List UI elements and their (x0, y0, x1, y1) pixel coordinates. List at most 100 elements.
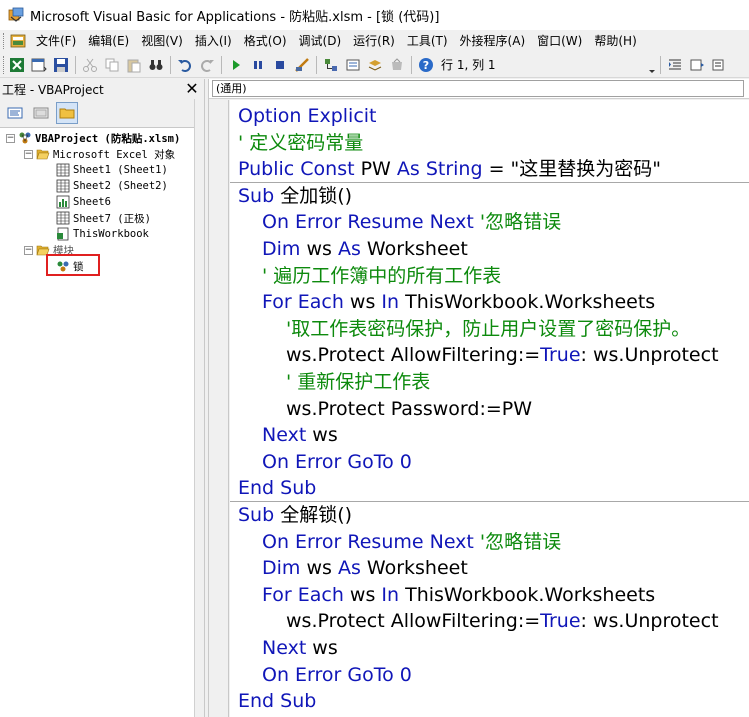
indent-icon (669, 59, 681, 69)
code-line[interactable]: Dim ws As Worksheet (262, 236, 468, 263)
menu-file[interactable]: 文件(F) (30, 31, 82, 51)
code-line[interactable]: End Sub (238, 688, 316, 715)
insert-module-button[interactable] (29, 55, 49, 75)
menu-tools[interactable]: 工具(T) (401, 31, 454, 51)
project-scrollbar[interactable] (194, 99, 204, 717)
code-line[interactable]: For Each ws In ThisWorkbook.Worksheets (262, 582, 655, 609)
tree-node-excel-objects[interactable]: − Microsoft Excel 对象 (24, 146, 175, 162)
code-line[interactable]: '取工作表密码保护，防止用户设置了密码保护。 (286, 316, 690, 343)
break-button[interactable] (248, 55, 268, 75)
comment-block-button[interactable] (709, 55, 729, 75)
design-mode-button[interactable] (292, 55, 312, 75)
run-button[interactable] (226, 55, 246, 75)
menu-insert[interactable]: 插入(I) (189, 31, 238, 51)
copy-icon (105, 58, 119, 71)
menu-bar: 文件(F) 编辑(E) 视图(V) 插入(I) 格式(O) 调试(D) 运行(R… (0, 30, 749, 52)
redo-button[interactable] (197, 55, 217, 75)
menu-edit[interactable]: 编辑(E) (82, 31, 135, 51)
scissors-icon (83, 58, 97, 72)
tree-node-sheet7[interactable]: Sheet7 (正极) (56, 210, 151, 226)
collapse-icon[interactable]: − (24, 245, 33, 255)
code-line[interactable]: For Each ws In ThisWorkbook.Worksheets (262, 289, 655, 316)
collapse-icon[interactable]: − (24, 149, 33, 159)
menu-window[interactable]: 窗口(W) (531, 31, 588, 51)
code-comment: '忽略错误 (473, 211, 562, 234)
toolbar-separator (170, 55, 171, 74)
code-line[interactable]: ' 定义密码常量 (238, 130, 363, 157)
vba-app-icon (8, 7, 24, 22)
paste-button[interactable] (124, 55, 144, 75)
code-line[interactable]: End Sub (238, 475, 316, 502)
code-line[interactable]: Sub 全解锁() (238, 502, 352, 529)
menu-help[interactable]: 帮助(H) (588, 31, 642, 51)
insert-module-icon (31, 58, 47, 71)
view-object-button[interactable] (30, 102, 52, 124)
code-line[interactable]: Option Explicit (238, 103, 377, 130)
code-line[interactable]: Next ws (262, 635, 338, 662)
code-line[interactable]: Next ws (262, 422, 338, 449)
code-keyword: True (540, 344, 581, 367)
find-button[interactable] (146, 55, 166, 75)
toolbar-grip[interactable] (3, 55, 6, 74)
code-keyword: Next (262, 637, 307, 659)
code-comment: ' 重新保护工作表 (286, 371, 431, 393)
tree-node-sheet1[interactable]: Sheet1 (Sheet1) (56, 162, 168, 178)
help-button[interactable]: ? (416, 55, 436, 75)
save-icon (54, 57, 68, 72)
copy-button[interactable] (102, 55, 122, 75)
outdent-button[interactable] (687, 55, 707, 75)
code-line[interactable]: ' 重新保护工作表 (286, 369, 430, 396)
menu-debug[interactable]: 调试(D) (293, 31, 348, 51)
code-line[interactable]: On Error GoTo 0 (262, 662, 412, 689)
tree-node-sheet6[interactable]: Sheet6 (56, 194, 111, 210)
tree-node-root[interactable]: − VBAProject (防粘贴.xlsm) (6, 130, 180, 146)
properties-button[interactable] (343, 55, 363, 75)
object-browser-button[interactable] (365, 55, 385, 75)
code-line[interactable]: ws.Protect AllowFiltering:=True: ws.Unpr… (286, 608, 719, 635)
project-tree: − VBAProject (防粘贴.xlsm) − Microsoft Exce… (0, 127, 194, 717)
menu-view[interactable]: 视图(V) (135, 31, 189, 51)
toolbox-button[interactable] (387, 55, 407, 75)
code-keyword: Sub (238, 184, 275, 207)
undo-icon (178, 59, 191, 72)
code-keyword: True (540, 610, 581, 633)
object-dropdown[interactable]: (通用) (212, 80, 744, 97)
code-keyword: Public Const (238, 158, 355, 181)
code-line[interactable]: On Error Resume Next '忽略错误 (262, 209, 561, 236)
project-explorer-toolbar (0, 99, 203, 127)
toggle-folders-button[interactable] (56, 102, 78, 124)
menu-addins[interactable]: 外接程序(A) (454, 31, 532, 51)
menu-grip[interactable] (3, 33, 6, 49)
menu-format[interactable]: 格式(O) (238, 31, 293, 51)
vba-editor-window: Microsoft Visual Basic for Applications … (0, 0, 749, 717)
code-line[interactable]: Sub 全加锁() (238, 183, 352, 210)
code-line[interactable]: On Error Resume Next '忽略错误 (262, 529, 561, 556)
code-line[interactable]: Dim ws As Worksheet (262, 555, 468, 582)
indent-button[interactable] (665, 55, 685, 75)
view-excel-button[interactable] (7, 55, 27, 75)
menu-run[interactable]: 运行(R) (347, 31, 401, 51)
excel-view-icon[interactable] (10, 33, 26, 49)
tree-node-sheet2[interactable]: Sheet2 (Sheet2) (56, 178, 168, 194)
reset-button[interactable] (270, 55, 290, 75)
toolbar-options-dropdown[interactable] (647, 55, 657, 75)
view-code-button[interactable] (4, 102, 26, 124)
undo-button[interactable] (175, 55, 195, 75)
collapse-icon[interactable]: − (6, 133, 15, 143)
code-editor[interactable]: Option Explicit ' 定义密码常量 Public Const PW A… (230, 100, 749, 717)
outdent-icon (690, 59, 704, 70)
code-text: = "这里替换为密码" (482, 158, 662, 181)
play-icon (233, 59, 240, 70)
code-line[interactable]: Public Const PW As String = "这里替换为密码" (238, 156, 661, 183)
cut-button[interactable] (80, 55, 100, 75)
code-line[interactable]: ' 遍历工作簿中的所有工作表 (262, 263, 501, 290)
save-button[interactable] (51, 55, 71, 75)
code-line[interactable]: ws.Protect AllowFiltering:=True: ws.Unpr… (286, 342, 719, 369)
code-line[interactable]: On Error GoTo 0 (262, 449, 412, 476)
tree-node-thisworkbook[interactable]: ThisWorkbook (56, 226, 149, 242)
project-explorer-button[interactable] (321, 55, 341, 75)
code-comment: ' 定义密码常量 (238, 131, 364, 154)
close-icon[interactable]: ✕ (183, 80, 201, 98)
code-line[interactable]: ws.Protect Password:=PW (286, 396, 532, 423)
code-margin-indicator-bar[interactable] (209, 100, 229, 717)
